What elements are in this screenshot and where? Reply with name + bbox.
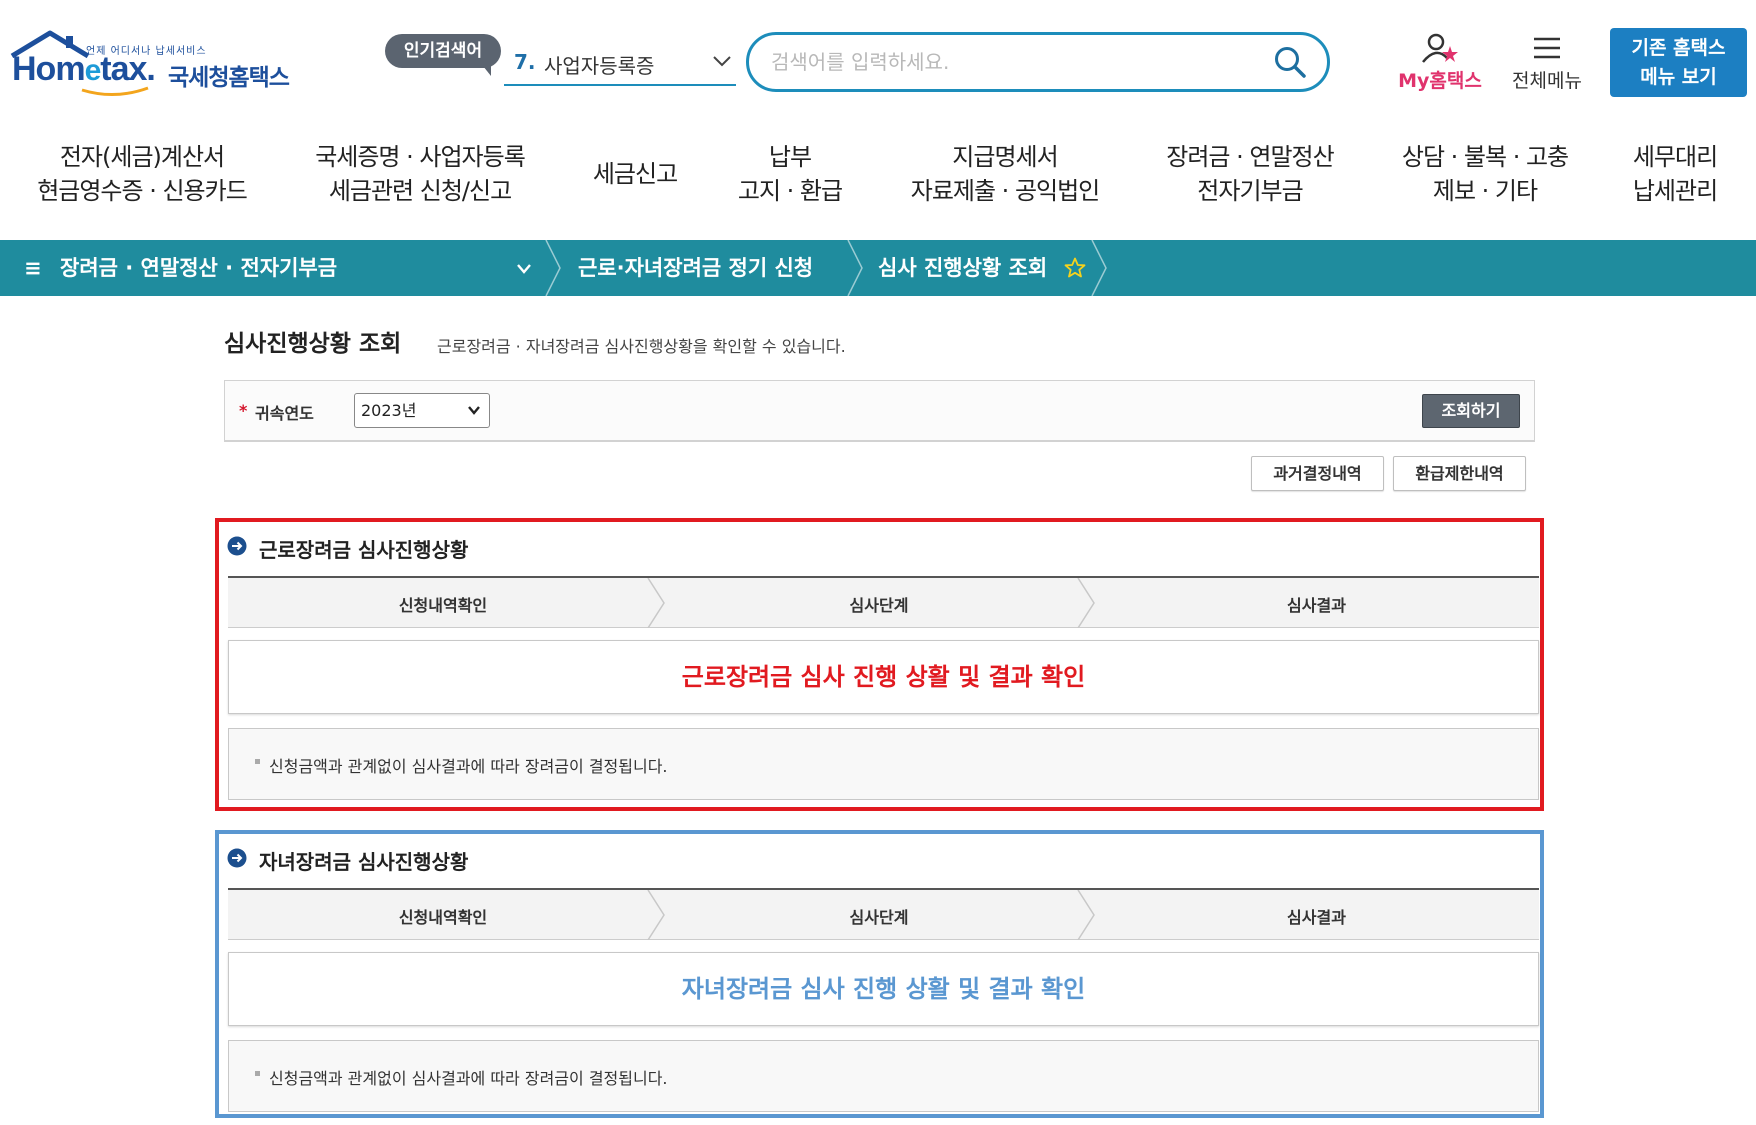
arrow-circle-icon (227, 848, 247, 868)
bullet (255, 759, 260, 764)
nav-item-line1: 전자(세금)계산서 (59, 143, 225, 171)
nav-item-line1: 세금신고 (592, 160, 678, 188)
search-icon[interactable] (1273, 45, 1307, 79)
my-hometax-link[interactable]: My홈택스 (1390, 30, 1490, 94)
notice-box: 신청금액과 관계없이 심사결과에 따라 장려금이 결정됩니다. (228, 1040, 1539, 1112)
step-review-result: 심사결과 (1287, 908, 1346, 927)
year-select[interactable]: 2023년 (354, 393, 490, 428)
star-favorite-icon[interactable] (1064, 257, 1086, 279)
breadcrumb-item-category[interactable]: 장려금 · 연말정산 · 전자기부금 (60, 240, 540, 296)
popular-search-dropdown[interactable]: 7. 사업자등록증 (504, 44, 736, 86)
breadcrumb-separator (1091, 240, 1107, 296)
nav-item-line2: 고지 · 환급 (737, 177, 843, 205)
site-header: 언제 어디서나 납세서비스 Hometax. 국세청홈택스 인기검색어 7. 사… (0, 0, 1756, 118)
search-input[interactable] (771, 47, 1251, 77)
nav-item-tax-agent[interactable]: 세무대리 납세관리 (1610, 140, 1740, 220)
nav-item-e-invoice[interactable]: 전자(세금)계산서 현금영수증 · 신용카드 (22, 140, 262, 220)
nav-item-line2: 현금영수증 · 신용카드 (37, 177, 248, 205)
hamburger-menu-icon (1534, 37, 1560, 59)
legacy-menu-line2: 메뉴 보기 (1640, 66, 1717, 88)
panel-title-text: 자녀장려금 심사진행상황 (259, 850, 469, 874)
result-message: 자녀장려금 심사 진행 상활 및 결과 확인 (228, 952, 1539, 1026)
arrow-circle-icon (227, 536, 247, 556)
step-review-stage: 심사단계 (849, 596, 909, 615)
nav-item-line1: 국세증명 · 사업자등록 (315, 143, 526, 171)
breadcrumb-item-current: 심사 진행상황 조회 (878, 256, 1048, 280)
nav-item-certificate[interactable]: 국세증명 · 사업자등록 세금관련 신청/신고 (300, 140, 540, 220)
nav-item-tax-filing[interactable]: 세금신고 (570, 140, 700, 220)
year-label: 귀속연도 (255, 404, 314, 423)
main-nav: 전자(세금)계산서 현금영수증 · 신용카드 국세증명 · 사업자등록 세금관련… (0, 140, 1756, 220)
step-review-stage: 심사단계 (849, 908, 909, 927)
nav-item-incentive[interactable]: 장려금 · 연말정산 전자기부금 (1150, 140, 1350, 220)
nav-item-line1: 장려금 · 연말정산 (1166, 143, 1334, 171)
nav-item-line1: 상담 · 불복 · 고충 (1401, 143, 1569, 171)
nav-item-consultation[interactable]: 상담 · 불복 · 고충 제보 · 기타 (1380, 140, 1590, 220)
popular-search-rank: 7. (514, 50, 536, 74)
bullet (255, 1071, 260, 1076)
logo-wordmark: Hometax. (12, 50, 156, 88)
user-star-icon (1422, 33, 1458, 63)
nav-item-line2: 제보 · 기타 (1432, 177, 1538, 205)
popular-search-badge: 인기검색어 (385, 34, 501, 76)
search-box (746, 32, 1330, 92)
all-menu-button[interactable]: 전체메뉴 (1505, 30, 1589, 94)
progress-steps: 신청내역확인 심사단계 심사결과 (228, 576, 1539, 628)
page-title: 심사진행상황 조회 (224, 331, 402, 357)
past-decision-button[interactable]: 과거결정내역 (1251, 456, 1384, 491)
step-application-check: 신청내역확인 (398, 596, 488, 615)
popular-search-term: 사업자등록증 (544, 54, 655, 78)
search-filter-box: * 귀속연도 2023년 조회하기 (224, 380, 1535, 442)
all-menu-label: 전체메뉴 (1512, 70, 1582, 92)
notice-text: 신청금액과 관계없이 심사결과에 따라 장려금이 결정됩니다. (269, 757, 668, 776)
page-description: 근로장려금 · 자녀장려금 심사진행상황을 확인할 수 있습니다. (437, 337, 846, 356)
logo-korean-name: 국세청홈택스 (168, 65, 290, 91)
nav-item-line2: 전자기부금 (1197, 177, 1303, 205)
chevron-down-icon (468, 406, 480, 415)
nav-item-line1: 지급명세서 (952, 143, 1058, 171)
legacy-menu-button[interactable]: 기존 홈택스 메뉴 보기 (1610, 28, 1747, 97)
my-hometax-label: My홈택스 (1398, 70, 1482, 92)
breadcrumb-menu-icon[interactable]: ≡ (24, 240, 42, 296)
panel-title-text: 근로장려금 심사진행상황 (259, 538, 469, 562)
progress-steps: 신청내역확인 심사단계 심사결과 (228, 888, 1539, 940)
result-message: 근로장려금 심사 진행 상활 및 결과 확인 (228, 640, 1539, 714)
breadcrumb-separator (847, 240, 863, 296)
nav-item-line2: 자료제출 · 공익법인 (910, 177, 1101, 205)
step-application-check: 신청내역확인 (398, 908, 488, 927)
nav-item-payment-statement[interactable]: 지급명세서 자료제출 · 공익법인 (890, 140, 1120, 220)
legacy-menu-line1: 기존 홈택스 (1631, 37, 1726, 59)
work-incentive-panel: 근로장려금 심사진행상황 신청내역확인 심사단계 심사결과 근로장려금 심사 진… (215, 518, 1544, 811)
notice-text: 신청금액과 관계없이 심사결과에 따라 장려금이 결정됩니다. (269, 1069, 668, 1088)
nav-item-line1: 세무대리 (1632, 143, 1718, 171)
breadcrumb: ≡ 장려금 · 연말정산 · 전자기부금 근로·자녀장려금 정기 신청 심사 진… (0, 240, 1756, 296)
year-select-value: 2023년 (361, 401, 417, 420)
breadcrumb-item-label: 장려금 · 연말정산 · 전자기부금 (60, 256, 338, 280)
nav-item-line2: 납세관리 (1632, 177, 1718, 205)
step-review-result: 심사결과 (1287, 596, 1346, 615)
refund-limit-button[interactable]: 환급제한내역 (1393, 456, 1526, 491)
nav-item-line2: 세금관련 신청/신고 (328, 177, 512, 205)
query-button[interactable]: 조회하기 (1422, 394, 1520, 428)
logo-swoosh-icon (81, 86, 149, 97)
required-mark: * (239, 401, 248, 420)
breadcrumb-separator (545, 240, 561, 296)
chevron-down-icon (713, 56, 731, 67)
notice-box: 신청금액과 관계없이 심사결과에 따라 장려금이 결정됩니다. (228, 728, 1539, 800)
nav-item-line1: 납부 (768, 143, 812, 171)
breadcrumb-item-apply[interactable]: 근로·자녀장려금 정기 신청 (578, 240, 813, 296)
child-incentive-panel: 자녀장려금 심사진행상황 신청내역확인 심사단계 심사결과 자녀장려금 심사 진… (215, 830, 1544, 1118)
hometax-logo[interactable]: 언제 어디서나 납세서비스 Hometax. 국세청홈택스 (8, 28, 308, 100)
chevron-down-icon (517, 264, 531, 274)
nav-item-payment[interactable]: 납부 고지 · 환급 (720, 140, 860, 220)
